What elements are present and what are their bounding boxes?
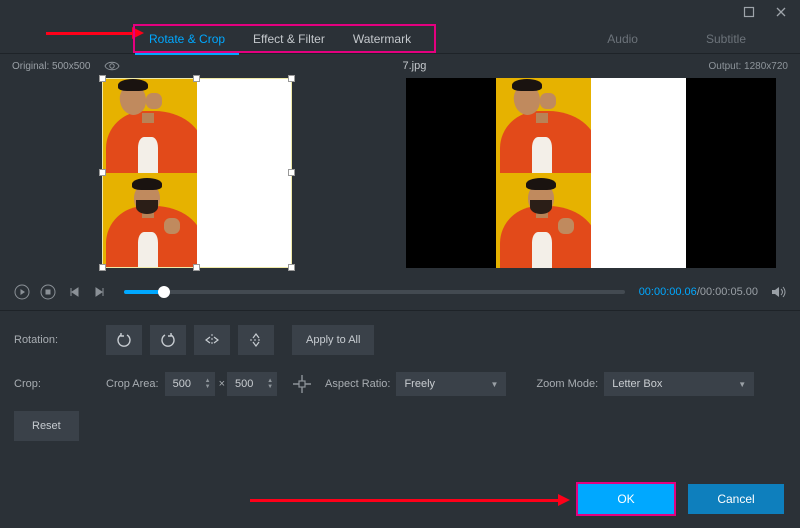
crop-height-input[interactable]: 500 ▲▼ — [227, 372, 277, 396]
prev-frame-button[interactable] — [64, 282, 84, 302]
spin-down-icon[interactable]: ▼ — [205, 384, 211, 390]
controls-panel: Rotation: Apply to All Crop: Crop Area: … — [0, 310, 800, 447]
crop-area-label: Crop Area: — [106, 378, 159, 390]
crop-width-input[interactable]: 500 ▲▼ — [165, 372, 215, 396]
preview-toggle-icon[interactable] — [104, 60, 120, 72]
flip-horizontal-button[interactable] — [194, 325, 230, 355]
close-button[interactable] — [770, 3, 792, 21]
playback-bar: 00:00:00.06/00:00:05.00 — [0, 274, 800, 304]
zoom-mode-select[interactable]: Letter Box▼ — [604, 372, 754, 396]
current-time: 00:00:00.06 — [639, 286, 697, 298]
flip-vertical-button[interactable] — [238, 325, 274, 355]
chevron-down-icon: ▼ — [491, 380, 499, 389]
timeline-scrubber[interactable] — [158, 286, 170, 298]
stop-button[interactable] — [38, 282, 58, 302]
preview-info-row: Original: 500x500 7.jpg Output: 1280x720 — [0, 54, 800, 74]
zoom-mode-label: Zoom Mode: — [536, 378, 598, 390]
rotate-ccw-button[interactable] — [106, 325, 142, 355]
rotate-cw-button[interactable] — [150, 325, 186, 355]
dialog-tabs: Rotate & Crop Effect & Filter Watermark … — [0, 24, 800, 54]
next-frame-button[interactable] — [90, 282, 110, 302]
cancel-button[interactable]: Cancel — [688, 484, 784, 514]
source-preview[interactable] — [12, 78, 382, 268]
crop-label: Crop: — [14, 378, 106, 390]
titlebar — [0, 0, 800, 24]
ok-button[interactable]: OK — [578, 484, 674, 514]
annotation-arrow-tabs — [46, 32, 134, 35]
tab-rotate-crop[interactable]: Rotate & Crop — [135, 24, 239, 54]
timeline-slider[interactable] — [124, 290, 625, 294]
playback-time: 00:00:00.06/00:00:05.00 — [639, 286, 758, 298]
volume-button[interactable] — [770, 283, 788, 301]
annotation-arrow-ok — [250, 499, 560, 502]
output-preview — [406, 78, 776, 268]
play-button[interactable] — [12, 282, 32, 302]
reset-button[interactable]: Reset — [14, 411, 79, 441]
tab-effect-filter[interactable]: Effect & Filter — [239, 24, 339, 54]
spin-down-icon[interactable]: ▼ — [267, 384, 273, 390]
dimension-separator: × — [219, 378, 225, 390]
original-size-label: Original: 500x500 — [12, 61, 90, 72]
tab-watermark[interactable]: Watermark — [339, 24, 425, 54]
aspect-ratio-label: Aspect Ratio: — [325, 378, 390, 390]
preview-area — [0, 74, 800, 274]
tab-subtitle: Subtitle — [692, 24, 760, 54]
rotate-crop-dialog: Rotate & Crop Effect & Filter Watermark … — [0, 0, 800, 528]
maximize-button[interactable] — [738, 3, 760, 21]
chevron-down-icon: ▼ — [738, 380, 746, 389]
center-crop-button[interactable] — [287, 369, 317, 399]
current-filename: 7.jpg — [120, 60, 708, 72]
apply-to-all-button[interactable]: Apply to All — [292, 325, 374, 355]
aspect-ratio-select[interactable]: Freely▼ — [396, 372, 506, 396]
rotation-label: Rotation: — [14, 334, 106, 346]
dialog-footer: OK Cancel — [0, 447, 800, 528]
tab-audio: Audio — [593, 24, 652, 54]
output-size-label: Output: 1280x720 — [708, 61, 788, 72]
